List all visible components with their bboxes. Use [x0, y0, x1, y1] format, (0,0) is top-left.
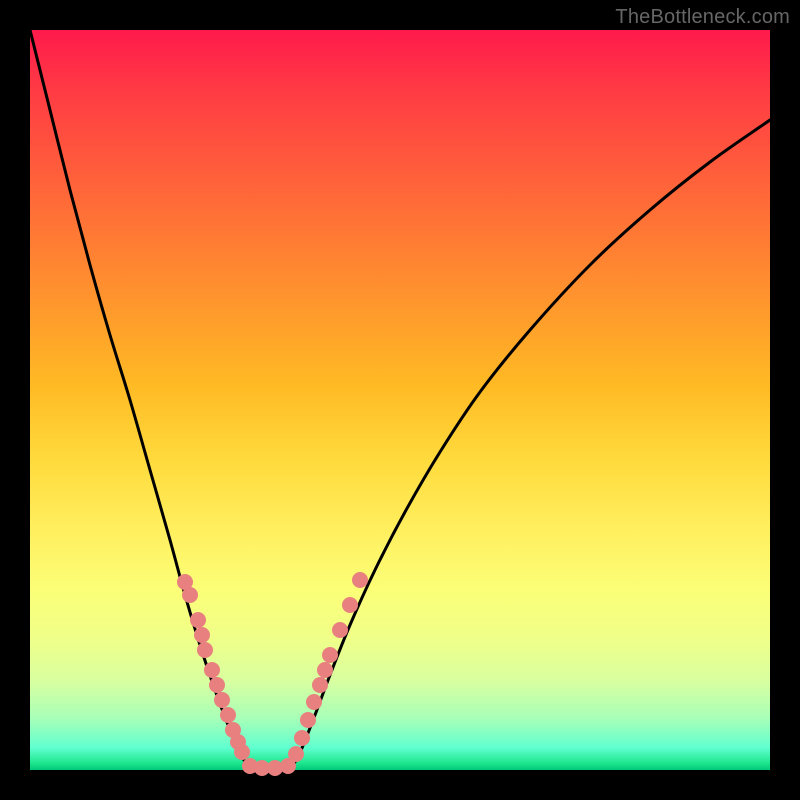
right-marker [352, 572, 368, 588]
left-marker [197, 642, 213, 658]
curve-right-branch [290, 120, 770, 770]
right-marker [294, 730, 310, 746]
plot-area [30, 30, 770, 770]
right-marker [288, 746, 304, 762]
left-marker [190, 612, 206, 628]
curve-markers [177, 572, 368, 776]
left-marker [209, 677, 225, 693]
right-marker [332, 622, 348, 638]
right-marker [300, 712, 316, 728]
chart-svg [30, 30, 770, 770]
right-marker [342, 597, 358, 613]
left-marker [214, 692, 230, 708]
left-marker [204, 662, 220, 678]
right-marker [317, 662, 333, 678]
curve-left-branch [30, 30, 250, 770]
right-marker [322, 647, 338, 663]
left-marker [194, 627, 210, 643]
left-marker [234, 744, 250, 760]
right-marker [306, 694, 322, 710]
left-marker [182, 587, 198, 603]
chart-frame: TheBottleneck.com [0, 0, 800, 800]
watermark-text: TheBottleneck.com [615, 6, 790, 29]
left-marker [220, 707, 236, 723]
right-marker [312, 677, 328, 693]
